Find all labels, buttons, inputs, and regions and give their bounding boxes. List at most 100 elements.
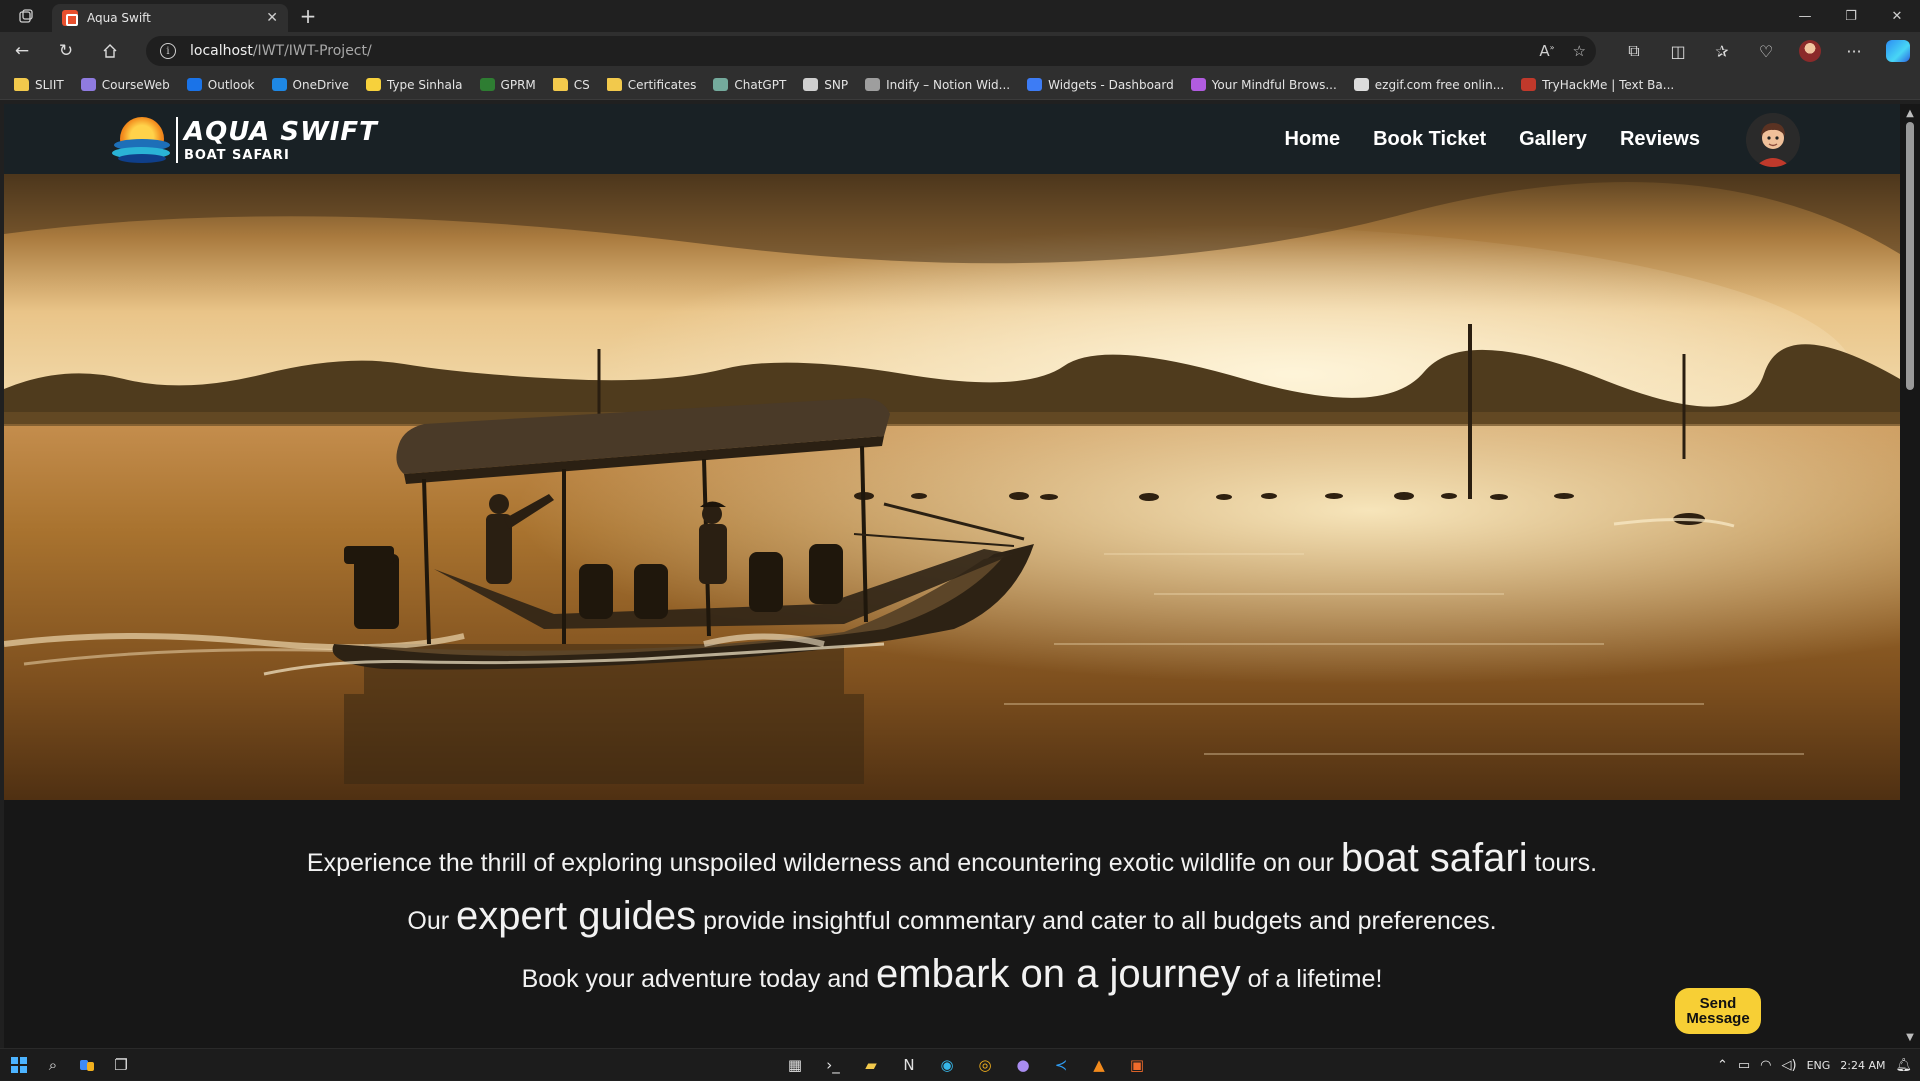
hero-boat-safari-image	[4, 174, 1900, 800]
site-favicon-icon	[62, 10, 78, 26]
ezgif-icon	[1353, 78, 1369, 91]
bookmark-folder[interactable]: Certificates	[606, 77, 697, 92]
bookmark-label: Widgets - Dashboard	[1048, 77, 1174, 92]
read-aloud-icon[interactable]: A»	[1539, 42, 1554, 60]
scrollbar-thumb[interactable]	[1906, 122, 1914, 390]
bookmark-ezgif[interactable]: ezgif.com free onlin...	[1353, 78, 1504, 92]
edge-icon[interactable]: ◉	[934, 1052, 960, 1078]
intro-line-2: Our expert guides provide insightful com…	[4, 890, 1900, 948]
bookmark-onedrive[interactable]: OneDrive	[271, 78, 349, 92]
start-button[interactable]	[6, 1052, 32, 1078]
brand-subtitle: BOAT SAFARI	[184, 147, 290, 163]
file-explorer-icon[interactable]: ▰	[858, 1052, 884, 1078]
bookmark-label: Certificates	[627, 77, 697, 92]
battery-icon[interactable]: ▭	[1738, 1058, 1750, 1073]
bookmark-indify[interactable]: Indify – Notion Wid...	[865, 78, 1010, 92]
bookmark-label: ChatGPT	[734, 77, 787, 92]
search-icon[interactable]: ⌕	[40, 1052, 66, 1078]
tab-actions-button[interactable]	[0, 0, 52, 32]
gprm-icon	[479, 78, 495, 91]
brand-title: AQUA SWIFT	[184, 116, 378, 147]
bookmark-folder[interactable]: CS	[552, 78, 590, 92]
nav-home[interactable]: Home	[1285, 128, 1341, 151]
windows-taskbar: ⌕ ❐ ▦ ›_ ▰ N ◉ ◎ ● ≺ ▲ ▣ ⌃ ▭ ◠ ◁) ENG 2:…	[0, 1048, 1920, 1080]
bookmark-folder[interactable]: SLIIT	[14, 78, 64, 92]
send-message-button[interactable]: Send Message	[1675, 988, 1761, 1034]
taskbar-apps: ▦ ›_ ▰ N ◉ ◎ ● ≺ ▲ ▣	[782, 1049, 1150, 1081]
browser-essentials-icon[interactable]: ♡	[1744, 32, 1788, 70]
home-button[interactable]	[88, 32, 132, 70]
system-tray: ⌃ ▭ ◠ ◁) ENG 2:24 AM 🔔︎	[1717, 1049, 1912, 1081]
bookmark-type-sinhala[interactable]: Type Sinhala	[365, 78, 463, 92]
type-sinhala-icon	[365, 78, 381, 91]
chrome-icon[interactable]: ◎	[972, 1052, 998, 1078]
tab-title: Aqua Swift	[87, 11, 151, 25]
bookmark-gprm[interactable]: GPRM	[479, 77, 536, 92]
bookmark-label: GPRM	[500, 77, 536, 92]
close-icon[interactable]: ✕	[266, 10, 278, 26]
scroll-up-icon[interactable]: ▲	[1904, 108, 1916, 120]
new-tab-button[interactable]: +	[292, 0, 324, 32]
extensions-icon[interactable]: ⧉	[1612, 32, 1656, 70]
logo-divider	[176, 117, 178, 163]
minimize-button[interactable]: —	[1782, 0, 1828, 32]
restore-button[interactable]: ❐	[1828, 0, 1874, 32]
address-bar[interactable]: i localhost/IWT/IWT-Project/ A» ☆	[146, 36, 1596, 66]
tab-aqua-swift[interactable]: Aqua Swift ✕	[52, 4, 288, 32]
notion-icon[interactable]: N	[896, 1052, 922, 1078]
language-indicator[interactable]: ENG	[1807, 1059, 1831, 1072]
info-icon[interactable]: i	[160, 43, 176, 59]
terminal-icon[interactable]: ›_	[820, 1052, 846, 1078]
profile-avatar[interactable]	[1799, 40, 1821, 62]
task-view-icon[interactable]: ❐	[108, 1052, 134, 1078]
bookmark-outlook[interactable]: Outlook	[186, 78, 255, 92]
volume-icon[interactable]: ◁)	[1781, 1058, 1796, 1073]
calculator-icon[interactable]: ▦	[782, 1052, 808, 1078]
url-path: /IWT/IWT-Project/	[252, 43, 372, 59]
vscode-icon[interactable]: ≺	[1048, 1052, 1074, 1078]
bookmark-chatgpt[interactable]: ChatGPT	[713, 78, 786, 92]
refresh-button[interactable]: ↻	[44, 32, 88, 70]
notification-bell-icon[interactable]: 🔔︎	[1895, 1058, 1912, 1073]
chevron-up-icon[interactable]: ⌃	[1717, 1058, 1728, 1073]
folder-icon	[606, 78, 622, 91]
github-desktop-icon[interactable]: ●	[1010, 1052, 1036, 1078]
clock[interactable]: 2:24 AM	[1840, 1059, 1885, 1072]
logo-text: AQUA SWIFT BOAT SAFARI	[184, 119, 378, 162]
intro-text: Experience the thrill of exploring unspo…	[306, 849, 1341, 877]
intro-line-3: Book your adventure today and embark on …	[4, 948, 1900, 1006]
wifi-icon[interactable]: ◠	[1760, 1058, 1771, 1073]
bookmark-snp[interactable]: SNP	[803, 78, 848, 92]
scroll-down-icon[interactable]: ▼	[1904, 1032, 1916, 1044]
indify-icon	[865, 78, 881, 91]
site-logo[interactable]: AQUA SWIFT BOAT SAFARI	[112, 112, 378, 168]
bookmark-widgets[interactable]: Widgets - Dashboard	[1027, 78, 1174, 92]
intro-text: Our	[407, 907, 456, 935]
url-host: localhost	[190, 43, 253, 59]
nav-gallery[interactable]: Gallery	[1519, 128, 1587, 151]
bookmark-mindful[interactable]: Your Mindful Brows...	[1190, 78, 1337, 92]
nav-reviews[interactable]: Reviews	[1620, 128, 1700, 151]
bookmark-tryhackme[interactable]: TryHackMe | Text Ba...	[1521, 78, 1674, 92]
xampp-icon[interactable]: ▣	[1124, 1052, 1150, 1078]
bookmark-courseweb[interactable]: CourseWeb	[80, 78, 170, 92]
site-header: AQUA SWIFT BOAT SAFARI Home Book Ticket …	[4, 104, 1900, 174]
nav-book-ticket[interactable]: Book Ticket	[1373, 128, 1486, 151]
vlc-icon[interactable]: ▲	[1086, 1052, 1112, 1078]
windows-logo-icon	[11, 1057, 27, 1073]
page-scrollbar[interactable]: ▲ ▼	[1900, 104, 1920, 1048]
more-icon[interactable]: ···	[1832, 32, 1876, 70]
intro-text: of a lifetime!	[1240, 965, 1383, 993]
widgets-icon	[1027, 78, 1043, 91]
split-screen-icon[interactable]: ◫	[1656, 32, 1700, 70]
widgets-icon[interactable]	[74, 1052, 100, 1078]
favorites-icon[interactable]: ✰	[1700, 32, 1744, 70]
user-avatar[interactable]	[1746, 113, 1800, 167]
back-button[interactable]: ←	[0, 32, 44, 70]
sunset-waves-logo-icon	[112, 113, 172, 167]
star-icon[interactable]: ☆	[1573, 42, 1586, 60]
window-close-button[interactable]: ✕	[1874, 0, 1920, 32]
home-icon	[103, 44, 117, 58]
intro-section: Experience the thrill of exploring unspo…	[4, 800, 1900, 1048]
copilot-icon[interactable]	[1886, 40, 1910, 62]
